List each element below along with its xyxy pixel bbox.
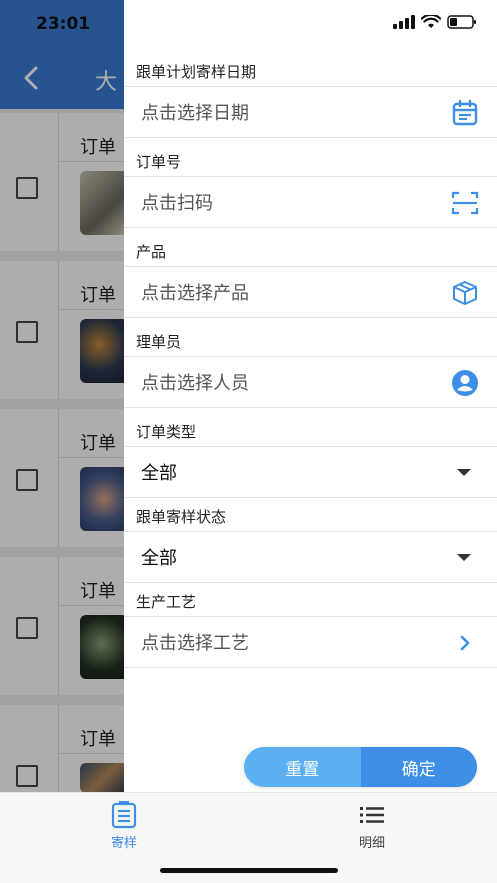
date-placeholder: 点击选择日期 <box>141 103 249 124</box>
tab-detail-label: 明细 <box>358 836 385 851</box>
sample-status-select[interactable]: 全部 <box>124 531 497 583</box>
scan-icon[interactable] <box>451 189 479 217</box>
caret-down-icon[interactable] <box>457 554 471 561</box>
merchandiser-label: 理单员 <box>136 333 182 351</box>
filter-drawer: 跟单计划寄样日期 点击选择日期 订单号 点击扫码 产品 点击选择产品 理单员 点… <box>124 0 497 792</box>
tab-sample-label: 寄样 <box>110 836 137 851</box>
process-field[interactable]: 点击选择工艺 <box>124 616 497 668</box>
order-no-field[interactable]: 点击扫码 <box>124 176 497 228</box>
product-label: 产品 <box>136 243 167 261</box>
home-indicator <box>160 868 338 873</box>
process-label: 生产工艺 <box>136 593 197 611</box>
calendar-icon[interactable] <box>451 99 479 127</box>
date-label: 跟单计划寄样日期 <box>136 63 257 81</box>
caret-down-icon[interactable] <box>457 469 471 476</box>
order-type-select[interactable]: 全部 <box>124 446 497 498</box>
battery-icon <box>447 15 476 29</box>
sample-status-label: 跟单寄样状态 <box>136 508 227 526</box>
chevron-right-icon[interactable] <box>451 629 479 657</box>
order-no-placeholder: 点击扫码 <box>141 193 213 214</box>
tab-sample[interactable]: 寄样 <box>64 801 184 851</box>
sample-status-value: 全部 <box>141 548 177 569</box>
status-icons <box>393 15 477 29</box>
document-list-icon <box>111 801 137 829</box>
action-buttons: 重置 确定 <box>244 747 477 787</box>
process-placeholder: 点击选择工艺 <box>141 633 249 654</box>
wifi-icon <box>421 15 441 28</box>
product-field[interactable]: 点击选择产品 <box>124 266 497 318</box>
reset-button[interactable]: 重置 <box>244 747 361 787</box>
order-type-value: 全部 <box>141 463 177 484</box>
order-type-label: 订单类型 <box>136 423 197 441</box>
product-placeholder: 点击选择产品 <box>141 283 249 304</box>
box-icon[interactable] <box>451 279 479 307</box>
date-field[interactable]: 点击选择日期 <box>124 86 497 138</box>
merchandiser-field[interactable]: 点击选择人员 <box>124 356 497 408</box>
list-icon <box>360 807 384 823</box>
signal-icon <box>393 15 415 29</box>
tab-detail[interactable]: 明细 <box>312 801 432 851</box>
merchandiser-placeholder: 点击选择人员 <box>141 373 249 394</box>
person-icon[interactable] <box>451 369 479 397</box>
order-no-label: 订单号 <box>136 153 182 171</box>
confirm-button[interactable]: 确定 <box>360 747 477 787</box>
